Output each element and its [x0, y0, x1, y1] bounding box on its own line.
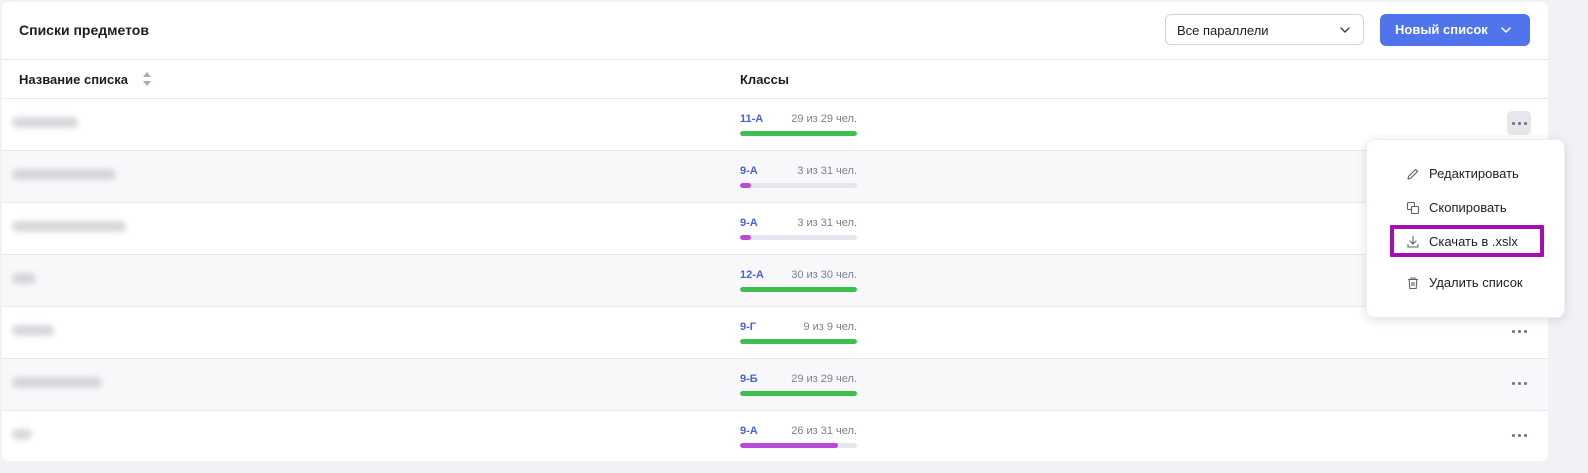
class-link[interactable]: 9-А — [740, 425, 758, 437]
list-name-redacted — [12, 273, 36, 284]
copy-icon — [1406, 201, 1420, 215]
sort-icon[interactable] — [142, 71, 152, 87]
dot-icon — [1511, 329, 1515, 333]
list-name-redacted — [12, 221, 126, 232]
progress-fill — [740, 339, 857, 344]
progress-bar — [740, 287, 857, 292]
table-header: Название списка Классы — [2, 60, 1548, 99]
row-context-menu: Редактировать Скопировать Скачать в .xsl… — [1366, 139, 1565, 318]
dot-icon — [1517, 121, 1521, 125]
more-actions-button[interactable] — [1507, 319, 1531, 343]
table-row[interactable]: 12-А 30 из 30 чел. — [2, 255, 1548, 307]
dot-icon — [1511, 381, 1515, 385]
student-count: 30 из 30 чел. — [791, 269, 857, 281]
list-name-redacted — [12, 377, 102, 388]
menu-item-edit[interactable]: Редактировать — [1389, 161, 1559, 187]
student-count: 3 из 31 чел. — [797, 165, 857, 177]
dot-icon — [1517, 433, 1521, 437]
page-title: Списки предметов — [19, 22, 149, 38]
menu-item-download-xlsx[interactable]: Скачать в .xslx — [1389, 229, 1559, 255]
new-list-button-label: Новый список — [1395, 22, 1488, 37]
pencil-icon — [1407, 168, 1419, 180]
trash-icon — [1408, 277, 1418, 290]
progress-fill — [740, 443, 839, 448]
class-link[interactable]: 12-А — [740, 269, 764, 281]
dot-icon — [1517, 381, 1521, 385]
student-count: 9 из 9 чел. — [803, 321, 857, 333]
menu-item-copy[interactable]: Скопировать — [1389, 195, 1559, 221]
table-row[interactable]: 9-А 3 из 31 чел. — [2, 203, 1548, 255]
table-row[interactable]: 9-А 3 из 31 чел. — [2, 151, 1548, 203]
table-row[interactable]: 11-А 29 из 29 чел. — [2, 99, 1548, 151]
student-count: 29 из 29 чел. — [791, 373, 857, 385]
grade-filter-value: Все параллели — [1177, 23, 1269, 38]
class-link[interactable]: 11-А — [740, 113, 763, 125]
dot-icon — [1511, 121, 1515, 125]
menu-item-delete[interactable]: Удалить список — [1389, 270, 1559, 296]
menu-item-label: Удалить список — [1429, 275, 1523, 290]
dot-icon — [1511, 433, 1515, 437]
class-link[interactable]: 9-Б — [740, 373, 758, 385]
progress-fill — [740, 183, 752, 188]
progress-bar — [740, 131, 857, 136]
column-header-name[interactable]: Название списка — [19, 72, 128, 87]
column-header-classes: Классы — [740, 72, 789, 87]
class-link[interactable]: 9-А — [740, 217, 758, 229]
more-actions-button[interactable] — [1507, 111, 1531, 135]
progress-fill — [740, 131, 857, 136]
table-row[interactable]: 9-А 26 из 31 чел. — [2, 411, 1548, 461]
more-actions-button[interactable] — [1507, 371, 1531, 395]
card-header: Списки предметов Все параллели Новый спи… — [2, 2, 1548, 60]
dot-icon — [1523, 433, 1527, 437]
new-list-button[interactable]: Новый список — [1380, 14, 1530, 46]
more-actions-button[interactable] — [1507, 423, 1531, 447]
class-link[interactable]: 9-Г — [740, 321, 756, 333]
dot-icon — [1517, 329, 1521, 333]
dot-icon — [1523, 381, 1527, 385]
list-name-redacted — [12, 169, 116, 180]
list-name-redacted — [12, 117, 78, 128]
list-name-redacted — [12, 429, 32, 440]
student-count: 3 из 31 чел. — [797, 217, 857, 229]
grade-filter-select[interactable]: Все параллели — [1165, 14, 1364, 45]
table-row[interactable]: 9-Б 29 из 29 чел. — [2, 359, 1548, 411]
table-row[interactable]: 9-Г 9 из 9 чел. — [2, 307, 1548, 359]
dot-icon — [1523, 121, 1527, 125]
chevron-down-icon — [1340, 27, 1350, 33]
menu-item-label: Редактировать — [1429, 166, 1519, 181]
progress-fill — [740, 391, 857, 396]
progress-bar — [740, 235, 857, 240]
table-body: 11-А 29 из 29 чел. 9-А 3 из 31 чел. 9-А … — [2, 99, 1548, 461]
class-link[interactable]: 9-А — [740, 165, 758, 177]
progress-fill — [740, 287, 857, 292]
progress-bar — [740, 183, 857, 188]
progress-bar — [740, 339, 857, 344]
progress-fill — [740, 235, 752, 240]
menu-item-label: Скопировать — [1429, 200, 1507, 215]
menu-item-label: Скачать в .xslx — [1429, 234, 1518, 249]
student-count: 26 из 31 чел. — [791, 425, 857, 437]
progress-bar — [740, 391, 857, 396]
dot-icon — [1523, 329, 1527, 333]
progress-bar — [740, 443, 857, 448]
subject-lists-card: Списки предметов Все параллели Новый спи… — [2, 2, 1548, 461]
chevron-down-icon — [1501, 27, 1511, 33]
download-icon — [1407, 235, 1419, 248]
list-name-redacted — [12, 325, 54, 336]
student-count: 29 из 29 чел. — [791, 113, 857, 125]
